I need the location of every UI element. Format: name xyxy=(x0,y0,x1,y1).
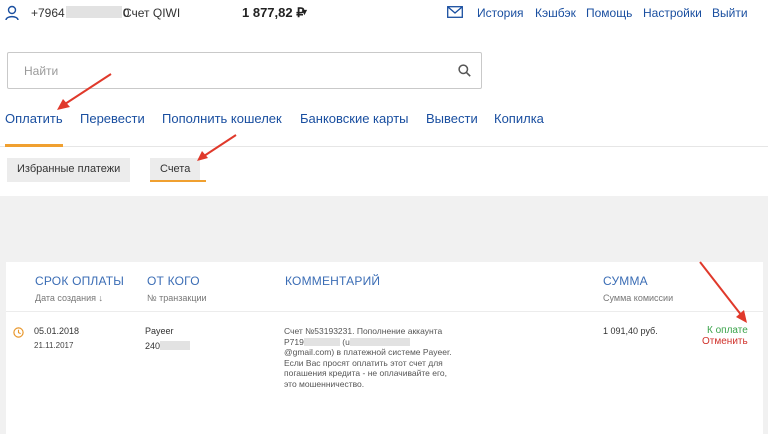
tab-top-up[interactable]: Пополнить кошелек xyxy=(162,111,282,126)
clock-icon xyxy=(13,327,24,338)
nav-logout[interactable]: Выйти xyxy=(712,6,748,20)
transaction-number: 240 xyxy=(145,341,191,351)
created-date: 21.11.2017 xyxy=(34,341,74,350)
invoice-amount: 1 091,40 руб. xyxy=(603,326,658,336)
column-subheader-commission: Сумма комиссии xyxy=(603,293,674,303)
column-subheader-created-date[interactable]: Дата создания ↓ xyxy=(35,293,103,303)
masked-digits xyxy=(65,6,122,18)
masked-digits xyxy=(160,341,191,350)
cancel-button[interactable]: Отменить xyxy=(702,336,748,347)
top-bar: +7964 0 Счет QIWI 1 877,82 ₽ ▼ История Кэ… xyxy=(0,0,768,26)
nav-settings[interactable]: Настройки xyxy=(643,6,702,20)
table-divider xyxy=(6,311,763,312)
search-box[interactable] xyxy=(7,52,482,89)
mail-icon[interactable] xyxy=(447,6,463,18)
active-subtab-indicator xyxy=(150,180,206,182)
active-tab-indicator xyxy=(5,144,63,147)
nav-cashback[interactable]: Кэшбэк xyxy=(535,6,576,20)
subtab-favorite-payments[interactable]: Избранные платежи xyxy=(7,158,131,182)
tab-piggy-bank[interactable]: Копилка xyxy=(494,111,544,126)
tab-transfer[interactable]: Перевести xyxy=(80,111,145,126)
tab-pay[interactable]: Оплатить xyxy=(5,111,63,126)
column-header-due-date[interactable]: СРОК ОПЛАТЫ xyxy=(35,274,124,288)
invoice-comment: Счет №53193231. Пополнение аккаунта P719… xyxy=(284,326,452,389)
main-tabs: Оплатить Перевести Пополнить кошелек Бан… xyxy=(0,105,768,147)
column-subheader-transaction: № транзакции xyxy=(147,293,207,303)
phone-number: +7964 0 xyxy=(31,6,130,20)
tab-withdraw[interactable]: Вывести xyxy=(426,111,478,126)
masked-text xyxy=(349,337,410,346)
due-date: 05.01.2018 xyxy=(34,326,80,336)
column-header-comment: КОММЕНТАРИЙ xyxy=(285,274,381,288)
pay-button[interactable]: К оплате xyxy=(707,325,748,336)
column-header-amount: СУММА xyxy=(603,274,648,288)
nav-help[interactable]: Помощь xyxy=(586,6,632,20)
balance[interactable]: 1 877,82 ₽ xyxy=(242,5,305,21)
subtab-invoices[interactable]: Счета xyxy=(150,158,201,182)
user-icon[interactable] xyxy=(5,5,19,21)
balance-dropdown-icon[interactable]: ▼ xyxy=(300,7,309,17)
masked-text xyxy=(303,337,340,346)
sender-name: Payeer xyxy=(145,326,174,336)
account-name: Счет QIWI xyxy=(123,6,181,20)
nav-history[interactable]: История xyxy=(477,6,524,20)
column-header-from: ОТ КОГО xyxy=(147,274,200,288)
search-input[interactable] xyxy=(24,64,444,78)
tab-bank-cards[interactable]: Банковские карты xyxy=(300,111,409,126)
search-icon[interactable] xyxy=(458,64,471,77)
